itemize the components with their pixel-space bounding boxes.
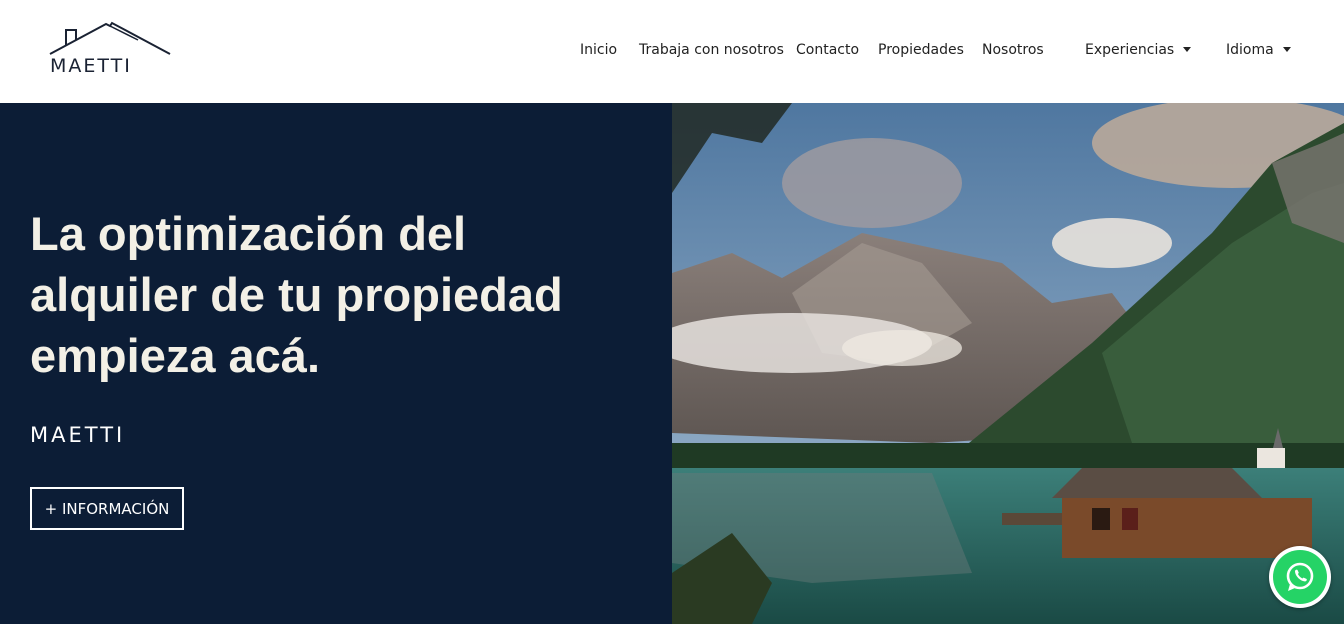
site-header: MAETTI Inicio Trabaja con nosotros Conta… <box>0 0 1344 103</box>
hero-image <box>672 103 1344 624</box>
nav-nosotros[interactable]: Nosotros <box>982 42 1044 58</box>
nav-propiedades[interactable]: Propiedades <box>878 42 964 58</box>
hero-brand-logo: MAETTI <box>30 423 126 447</box>
whatsapp-icon <box>1273 550 1327 604</box>
caret-down-icon <box>1183 47 1192 52</box>
nav-idioma-label: Idioma <box>1226 42 1274 58</box>
nav-inicio[interactable]: Inicio <box>580 42 617 58</box>
nav-experiencias-label: Experiencias <box>1085 42 1175 58</box>
hero-title: La optimización del alquiler de tu propi… <box>30 207 563 382</box>
nav-experiencias[interactable]: Experiencias <box>1085 42 1192 58</box>
nav-contacto[interactable]: Contacto <box>796 42 859 58</box>
mountain-lake-image <box>672 103 1344 624</box>
caret-down-icon <box>1282 47 1291 52</box>
main-nav: Inicio Trabaja con nosotros Contacto Pro… <box>0 0 1344 103</box>
hero-panel: La optimización del alquiler de tu propi… <box>0 103 672 624</box>
nav-idioma[interactable]: Idioma <box>1226 42 1291 58</box>
whatsapp-button[interactable] <box>1269 546 1331 608</box>
more-info-button[interactable]: + INFORMACIÓN <box>30 487 184 530</box>
nav-trabaja-con-nosotros[interactable]: Trabaja con nosotros <box>639 42 784 58</box>
